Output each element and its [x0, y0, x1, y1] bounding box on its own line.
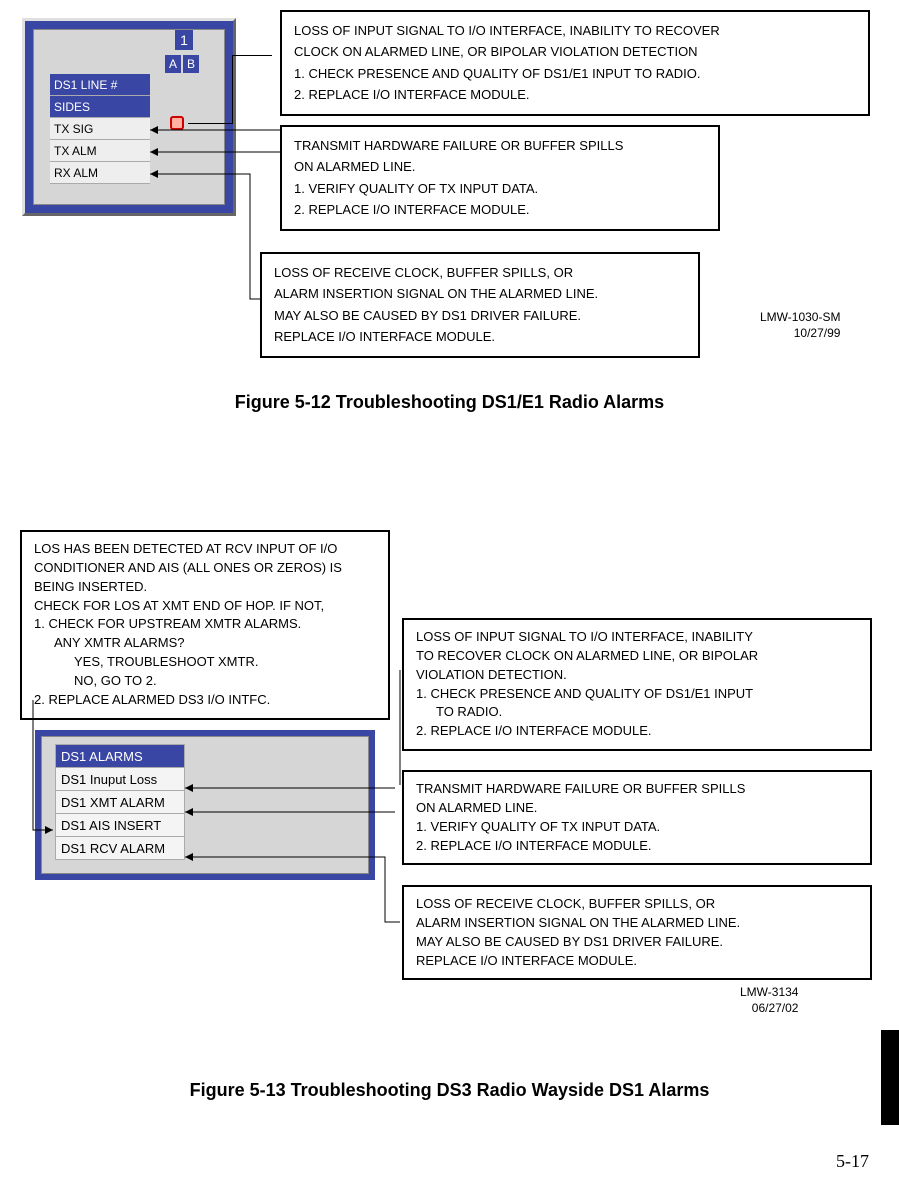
fig513-callout-xmtalarm: TRANSMIT HARDWARE FAILURE OR BUFFER SPIL…: [402, 770, 872, 865]
callout-text: 1. CHECK FOR UPSTREAM XMTR ALARMS.: [34, 615, 376, 634]
callout-text: REPLACE I/O INTERFACE MODULE.: [416, 952, 858, 971]
callout-text: ALARM INSERTION SIGNAL ON THE ALARMED LI…: [274, 283, 686, 304]
fig512-badge-b: B: [183, 55, 199, 73]
callout-text: ON ALARMED LINE.: [294, 156, 706, 177]
callout-text: 2. REPLACE ALARMED DS3 I/O INTFC.: [34, 691, 376, 710]
fig512-badge-a: A: [165, 55, 181, 73]
docnum-line: LMW-3134: [740, 985, 798, 1001]
callout-text: LOSS OF RECEIVE CLOCK, BUFFER SPILLS, OR: [416, 895, 858, 914]
fig512-callout-txsig: LOSS OF INPUT SIGNAL TO I/O INTERFACE, I…: [280, 10, 870, 116]
arrow-icon: [185, 804, 405, 822]
callout-text: ANY XMTR ALARMS?: [34, 634, 376, 653]
callout-text: LOSS OF INPUT SIGNAL TO I/O INTERFACE, I…: [416, 628, 858, 647]
fig513-callout-inputloss: LOSS OF INPUT SIGNAL TO I/O INTERFACE, I…: [402, 618, 872, 751]
fig513-doc-number: LMW-3134 06/27/02: [740, 985, 798, 1016]
connector-line: [232, 55, 233, 124]
fig513-row-inputloss: DS1 Inuput Loss: [55, 767, 185, 791]
callout-text: YES, TROUBLESHOOT XMTR.: [34, 653, 376, 672]
fig512-row-txsig: TX SIG: [50, 118, 150, 140]
callout-text: 2. REPLACE I/O INTERFACE MODULE.: [416, 722, 858, 741]
fig512-row-ds1line: DS1 LINE #: [50, 74, 150, 96]
arrow-icon: [150, 152, 280, 153]
callout-text: 1. CHECK PRESENCE AND QUALITY OF DS1/E1 …: [416, 685, 858, 704]
connector-line: [232, 55, 272, 56]
fig513-row-header: DS1 ALARMS: [55, 744, 185, 768]
callout-text: CONDITIONER AND AIS (ALL ONES OR ZEROS) …: [34, 559, 376, 578]
arrow-icon: [185, 852, 405, 937]
callout-text: LOS HAS BEEN DETECTED AT RCV INPUT OF I/…: [34, 540, 376, 559]
callout-text: LOSS OF INPUT SIGNAL TO I/O INTERFACE, I…: [294, 20, 856, 41]
callout-text: 1. CHECK PRESENCE AND QUALITY OF DS1/E1 …: [294, 63, 856, 84]
callout-text: 2. REPLACE I/O INTERFACE MODULE.: [416, 837, 858, 856]
callout-text: MAY ALSO BE CAUSED BY DS1 DRIVER FAILURE…: [416, 933, 858, 952]
connector-line: [188, 123, 232, 124]
callout-text: REPLACE I/O INTERFACE MODULE.: [274, 326, 686, 347]
callout-text: ON ALARMED LINE.: [416, 799, 858, 818]
arrow-icon: [150, 174, 250, 175]
connector-line: [395, 670, 405, 790]
callout-text: TO RADIO.: [416, 703, 858, 722]
callout-text: VIOLATION DETECTION.: [416, 666, 858, 685]
arrow-icon: [28, 700, 68, 845]
callout-text: TRANSMIT HARDWARE FAILURE OR BUFFER SPIL…: [294, 135, 706, 156]
page-number: 5-17: [836, 1151, 869, 1172]
fig513-caption: Figure 5-13 Troubleshooting DS3 Radio Wa…: [0, 1080, 899, 1101]
fig512-badge-1: 1: [175, 30, 193, 50]
fig512-callout-rxalm: LOSS OF RECEIVE CLOCK, BUFFER SPILLS, OR…: [260, 252, 700, 358]
callout-text: 1. VERIFY QUALITY OF TX INPUT DATA.: [294, 178, 706, 199]
docnum-line: LMW-1030-SM: [760, 310, 840, 326]
fig513-callout-rcvalarm: LOSS OF RECEIVE CLOCK, BUFFER SPILLS, OR…: [402, 885, 872, 980]
docnum-line: 10/27/99: [760, 326, 840, 342]
callout-text: CHECK FOR LOS AT XMT END OF HOP. IF NOT,: [34, 597, 376, 616]
callout-text: 1. VERIFY QUALITY OF TX INPUT DATA.: [416, 818, 858, 837]
callout-text: LOSS OF RECEIVE CLOCK, BUFFER SPILLS, OR: [274, 262, 686, 283]
arrow-icon: [150, 130, 280, 131]
fig513-row-xmtalarm: DS1 XMT ALARM: [55, 790, 185, 814]
fig512-doc-number: LMW-1030-SM 10/27/99: [760, 310, 840, 341]
fig512-row-sides: SIDES: [50, 96, 150, 118]
fig513-callout-ais: LOS HAS BEEN DETECTED AT RCV INPUT OF I/…: [20, 530, 390, 720]
callout-text: NO, GO TO 2.: [34, 672, 376, 691]
callout-text: TO RECOVER CLOCK ON ALARMED LINE, OR BIP…: [416, 647, 858, 666]
callout-text: CLOCK ON ALARMED LINE, OR BIPOLAR VIOLAT…: [294, 41, 856, 62]
fig512-rows: DS1 LINE # SIDES TX SIG TX ALM RX ALM: [50, 74, 150, 184]
fig513-row-aisinsert: DS1 AIS INSERT: [55, 813, 185, 837]
fig513-row-rcvalarm: DS1 RCV ALARM: [55, 836, 185, 860]
fig513-rows: DS1 ALARMS DS1 Inuput Loss DS1 XMT ALARM…: [55, 745, 185, 860]
fig512-row-txalm: TX ALM: [50, 140, 150, 162]
fig512-row-rxalm: RX ALM: [50, 162, 150, 184]
page-edge-tab: [881, 1030, 899, 1125]
arrow-icon: [185, 780, 405, 798]
callout-text: 2. REPLACE I/O INTERFACE MODULE.: [294, 84, 856, 105]
callout-text: MAY ALSO BE CAUSED BY DS1 DRIVER FAILURE…: [274, 305, 686, 326]
fig512-callout-txalm: TRANSMIT HARDWARE FAILURE OR BUFFER SPIL…: [280, 125, 720, 231]
callout-text: ALARM INSERTION SIGNAL ON THE ALARMED LI…: [416, 914, 858, 933]
docnum-line: 06/27/02: [740, 1001, 798, 1017]
callout-text: TRANSMIT HARDWARE FAILURE OR BUFFER SPIL…: [416, 780, 858, 799]
callout-text: 2. REPLACE I/O INTERFACE MODULE.: [294, 199, 706, 220]
callout-text: BEING INSERTED.: [34, 578, 376, 597]
fig512-badge-group: A B: [165, 55, 199, 73]
fig512-caption: Figure 5-12 Troubleshooting DS1/E1 Radio…: [0, 392, 899, 413]
